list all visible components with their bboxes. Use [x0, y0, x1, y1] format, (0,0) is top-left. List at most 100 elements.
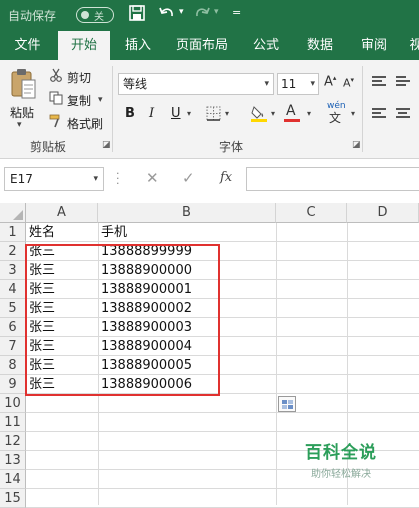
column-header-d[interactable]: D	[347, 203, 419, 223]
enter-formula-icon[interactable]: ✓	[182, 169, 195, 187]
undo-dropdown-icon[interactable]: ▾	[179, 7, 184, 17]
align-middle-icon[interactable]	[396, 76, 410, 88]
row-header-7[interactable]: 7	[0, 337, 26, 356]
redo-icon[interactable]	[193, 4, 211, 26]
tab-formulas[interactable]: 公式	[244, 31, 288, 60]
tab-page-layout[interactable]: 页面布局	[168, 31, 236, 60]
row-header-9[interactable]: 9	[0, 375, 26, 394]
align-top-icon[interactable]	[372, 76, 386, 88]
font-color-dropdown-icon[interactable]: ▾	[307, 109, 311, 118]
font-color-glyph: A	[286, 103, 296, 119]
row-header-14[interactable]: 14	[0, 470, 26, 489]
row-header-11[interactable]: 11	[0, 413, 26, 432]
column-header-c[interactable]: C	[276, 203, 347, 223]
title-bar: 自动保存 关 ▾ ▾ =	[0, 0, 419, 31]
redo-dropdown-icon[interactable]: ▾	[214, 7, 219, 17]
format-painter-button[interactable]: 格式刷	[48, 114, 103, 132]
clipboard-launcher-icon[interactable]: ◪	[102, 140, 111, 150]
watermark-subtitle: 助你轻松解决	[311, 469, 371, 480]
borders-icon[interactable]	[206, 106, 221, 125]
tab-insert[interactable]: 插入	[114, 31, 162, 60]
autosave-label: 自动保存	[8, 9, 57, 23]
scissors-icon	[48, 68, 64, 86]
paintbrush-icon	[48, 114, 64, 132]
align-center-icon[interactable]	[396, 108, 410, 120]
font-launcher-icon[interactable]: ◪	[352, 140, 361, 150]
chevron-down-icon: ▾	[93, 174, 98, 184]
cut-label: 剪切	[67, 70, 92, 85]
highlight-box	[25, 244, 220, 396]
row-header-6[interactable]: 6	[0, 318, 26, 337]
toggle-knob	[81, 11, 89, 19]
row-header-15[interactable]: 15	[0, 489, 26, 508]
phonetic-dropdown-icon[interactable]: ▾	[351, 109, 355, 118]
format-painter-label: 格式刷	[67, 116, 104, 131]
row-gridline	[26, 488, 419, 489]
insert-function-button[interactable]: fx	[220, 170, 232, 185]
formula-input[interactable]	[246, 167, 419, 191]
undo-icon[interactable]	[158, 4, 176, 26]
ribbon-home: 粘贴 ▾ 剪切 复制 ▾ 格式刷 剪贴板 ◪ 等线 ▾ 11 ▾ A▴ A▾ B…	[0, 60, 419, 159]
cell-a1[interactable]: 姓名	[26, 223, 98, 242]
row-header-8[interactable]: 8	[0, 356, 26, 375]
worksheet-grid[interactable]: A B C D 1 2 3 4 5 6 7 8 9 10 11 12 13 14 15 姓名 手机 张三 1388…	[0, 203, 419, 508]
underline-button[interactable]: U	[171, 106, 181, 121]
row-header-1[interactable]: 1	[0, 223, 26, 242]
fill-color-dropdown-icon[interactable]: ▾	[271, 109, 275, 118]
paste-button[interactable]: 粘贴	[10, 104, 34, 121]
row-header-4[interactable]: 4	[0, 280, 26, 299]
formula-bar: E17 ▾ · · · ✕ ✓ fx	[0, 159, 419, 203]
underline-dropdown-icon[interactable]: ▾	[187, 109, 191, 118]
phonetic-guide-icon[interactable]: wén 文	[327, 101, 346, 126]
tab-home[interactable]: 开始	[58, 31, 110, 60]
row-header-2[interactable]: 2	[0, 242, 26, 261]
font-size-value: 11	[281, 77, 297, 91]
tab-review[interactable]: 审阅	[352, 31, 396, 60]
row-header-12[interactable]: 12	[0, 432, 26, 451]
watermark-title: 百科全说	[305, 443, 377, 463]
cell-b1[interactable]: 手机	[98, 223, 276, 242]
increase-font-icon[interactable]: A▴	[324, 74, 336, 89]
decrease-font-icon[interactable]: A▾	[343, 76, 354, 90]
borders-dropdown-icon[interactable]: ▾	[225, 109, 229, 118]
row-header-3[interactable]: 3	[0, 261, 26, 280]
paste-icon[interactable]	[9, 68, 37, 100]
copy-dropdown-icon[interactable]: ▾	[98, 95, 103, 105]
column-gridline	[276, 223, 277, 505]
copy-icon	[48, 91, 64, 109]
italic-button[interactable]: I	[149, 106, 154, 121]
customize-icon[interactable]: =	[232, 6, 241, 19]
clipboard-group-label: 剪贴板	[30, 140, 67, 154]
ribbon-tabs: 文件 开始 插入 页面布局 公式 数据 审阅 视	[0, 31, 419, 60]
font-size-select[interactable]: 11 ▾	[277, 73, 319, 95]
select-all-button[interactable]	[0, 203, 26, 223]
copy-button[interactable]: 复制 ▾	[48, 91, 103, 109]
row-header-13[interactable]: 13	[0, 451, 26, 470]
tab-data[interactable]: 数据	[298, 31, 342, 60]
select-all-triangle-icon	[13, 210, 23, 220]
group-divider	[112, 66, 113, 152]
splitter-handle-icon[interactable]: · · ·	[116, 168, 120, 189]
tab-view[interactable]: 视	[406, 31, 419, 60]
save-icon[interactable]	[128, 4, 146, 26]
tab-file[interactable]: 文件	[0, 31, 55, 60]
autosave-toggle[interactable]: 关	[76, 7, 114, 23]
row-header-10[interactable]: 10	[0, 394, 26, 413]
name-box[interactable]: E17 ▾	[4, 167, 104, 191]
row-header-5[interactable]: 5	[0, 299, 26, 318]
column-header-b[interactable]: B	[98, 203, 276, 223]
cut-button[interactable]: 剪切	[48, 68, 91, 86]
copy-label: 复制	[67, 93, 92, 108]
cancel-formula-icon[interactable]: ✕	[146, 169, 159, 187]
quick-analysis-icon[interactable]	[278, 396, 296, 412]
font-color-icon[interactable]: A	[284, 103, 300, 122]
fill-color-icon[interactable]	[250, 104, 268, 126]
column-header-a[interactable]: A	[26, 203, 98, 223]
font-name-select[interactable]: 等线 ▾	[118, 73, 274, 95]
font-group-label: 字体	[219, 140, 244, 154]
align-left-icon[interactable]	[372, 108, 386, 120]
paste-dropdown-icon[interactable]: ▾	[17, 120, 22, 130]
bold-button[interactable]: B	[125, 106, 135, 121]
autosave-state: 关	[94, 12, 104, 23]
font-color-swatch	[284, 119, 300, 122]
